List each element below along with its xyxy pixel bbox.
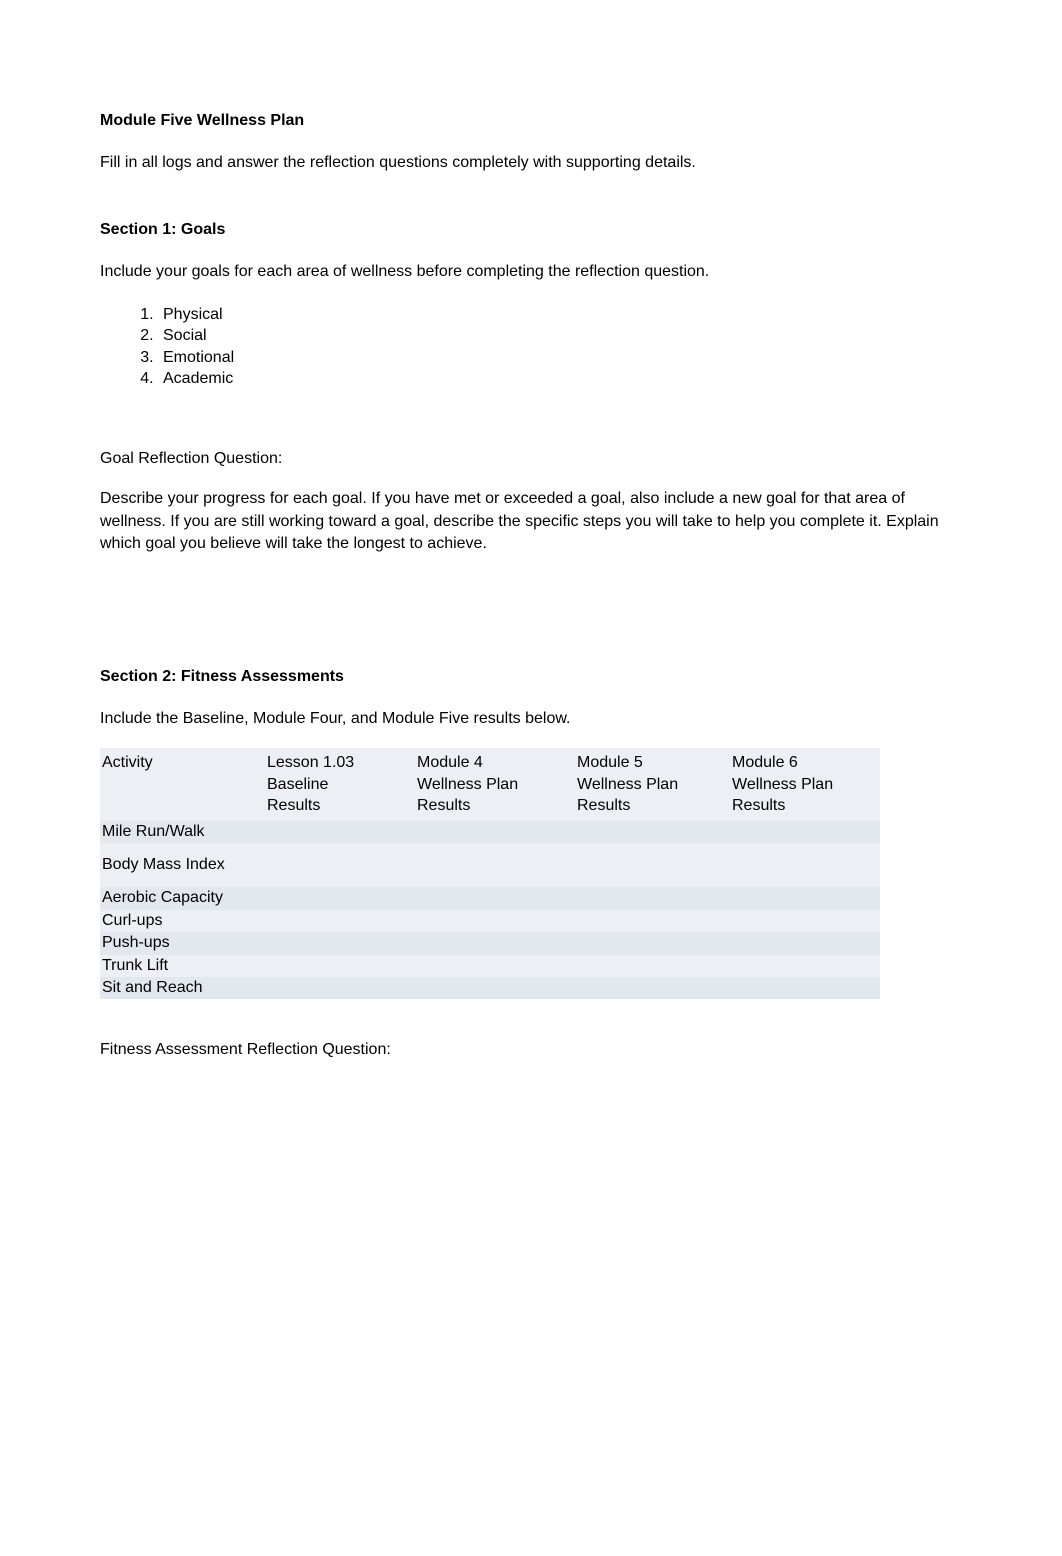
cell-activity: Push-ups (100, 932, 265, 954)
cell-activity: Sit and Reach (100, 977, 265, 999)
cell-activity: Trunk Lift (100, 955, 265, 977)
th-activity: Activity (100, 748, 265, 821)
section1-instruction: Include your goals for each area of well… (100, 261, 962, 283)
intro-text: Fill in all logs and answer the reflecti… (100, 152, 962, 174)
cell-m6[interactable] (730, 955, 880, 977)
cell-baseline[interactable] (265, 821, 415, 843)
th-baseline: Lesson 1.03 Baseline Results (265, 748, 415, 821)
table-row: Curl-ups (100, 910, 880, 932)
cell-m4[interactable] (415, 821, 575, 843)
cell-baseline[interactable] (265, 910, 415, 932)
cell-m4[interactable] (415, 887, 575, 909)
cell-m5[interactable] (575, 910, 730, 932)
goal-reflection-text: Describe your progress for each goal. If… (100, 488, 962, 555)
cell-m4[interactable] (415, 910, 575, 932)
cell-baseline[interactable] (265, 977, 415, 999)
cell-m5[interactable] (575, 932, 730, 954)
goal-reflection-label: Goal Reflection Question: (100, 448, 962, 470)
section2-heading: Section 2: Fitness Assessments (100, 666, 962, 688)
goal-item: Emotional (158, 347, 962, 369)
cell-m4[interactable] (415, 977, 575, 999)
doc-title: Module Five Wellness Plan (100, 110, 962, 132)
cell-baseline[interactable] (265, 887, 415, 909)
cell-m6[interactable] (730, 910, 880, 932)
table-row: Trunk Lift (100, 955, 880, 977)
cell-m4[interactable] (415, 932, 575, 954)
goals-list: Physical Social Emotional Academic (100, 304, 962, 390)
goal-item: Academic (158, 368, 962, 390)
cell-m6[interactable] (730, 887, 880, 909)
cell-m5[interactable] (575, 887, 730, 909)
cell-activity: Mile Run/Walk (100, 821, 265, 843)
fitness-reflection-label: Fitness Assessment Reflection Question: (100, 1039, 962, 1061)
table-row: Mile Run/Walk (100, 821, 880, 843)
cell-m4[interactable] (415, 843, 575, 887)
cell-m5[interactable] (575, 955, 730, 977)
cell-activity: Aerobic Capacity (100, 887, 265, 909)
th-m5: Module 5 Wellness Plan Results (575, 748, 730, 821)
cell-m4[interactable] (415, 955, 575, 977)
section2-instruction: Include the Baseline, Module Four, and M… (100, 708, 962, 730)
th-m4: Module 4 Wellness Plan Results (415, 748, 575, 821)
cell-m6[interactable] (730, 821, 880, 843)
table-row: Aerobic Capacity (100, 887, 880, 909)
th-m6: Module 6 Wellness Plan Results (730, 748, 880, 821)
cell-baseline[interactable] (265, 932, 415, 954)
section1-heading: Section 1: Goals (100, 219, 962, 241)
cell-m5[interactable] (575, 977, 730, 999)
goal-item: Social (158, 325, 962, 347)
table-row: Push-ups (100, 932, 880, 954)
cell-m6[interactable] (730, 932, 880, 954)
cell-baseline[interactable] (265, 955, 415, 977)
goal-item: Physical (158, 304, 962, 326)
fitness-table: Activity Lesson 1.03 Baseline Results Mo… (100, 748, 880, 999)
table-row: Body Mass Index (100, 843, 880, 887)
table-row: Sit and Reach (100, 977, 880, 999)
cell-activity: Body Mass Index (100, 843, 265, 887)
cell-m6[interactable] (730, 843, 880, 887)
cell-activity: Curl-ups (100, 910, 265, 932)
cell-baseline[interactable] (265, 843, 415, 887)
cell-m6[interactable] (730, 977, 880, 999)
cell-m5[interactable] (575, 843, 730, 887)
cell-m5[interactable] (575, 821, 730, 843)
